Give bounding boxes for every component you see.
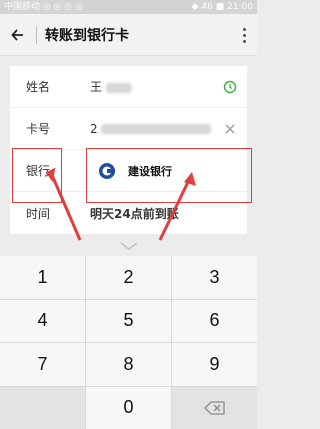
key-6[interactable]: 6: [172, 299, 257, 342]
key-4[interactable]: 4: [0, 299, 85, 342]
key-3[interactable]: 3: [172, 256, 257, 299]
time-label: 时间: [26, 206, 51, 221]
title-divider: [36, 25, 37, 44]
name-value: 王: [90, 80, 103, 94]
status-bar-right: ◆ 46 ■ 21:00: [191, 2, 253, 12]
status-bar: 中国移动 ◎ ◎ ◎ ◎ ◆ 46 ■ 21:00: [0, 0, 257, 14]
name-masked: [105, 82, 132, 93]
card-value: 2: [90, 121, 98, 136]
card-row[interactable]: 卡号 2: [10, 108, 247, 150]
key-1[interactable]: 1: [0, 256, 85, 299]
key-8[interactable]: 8: [86, 343, 171, 386]
key-9[interactable]: 9: [172, 343, 257, 386]
more-options-icon[interactable]: [237, 14, 251, 56]
key-2[interactable]: 2: [86, 256, 171, 299]
card-masked: [101, 124, 212, 134]
time-value[interactable]: 明天24点前到账: [90, 205, 179, 222]
key-0[interactable]: 0: [86, 386, 171, 429]
clear-icon[interactable]: [223, 122, 237, 136]
numeric-keypad: 1 2 3 4 5 6 7 8 9 0: [0, 256, 257, 429]
key-5[interactable]: 5: [86, 299, 171, 342]
backspace-key[interactable]: [172, 386, 257, 429]
highlight-box-bank-label: [12, 148, 62, 203]
highlight-box-bank-value: [86, 148, 252, 203]
app-bar: 转账到银行卡: [0, 14, 257, 56]
card-label: 卡号: [26, 122, 51, 136]
name-field[interactable]: 王: [90, 78, 132, 95]
key-empty: [0, 386, 85, 429]
name-label: 姓名: [26, 80, 51, 94]
key-7[interactable]: 7: [0, 343, 85, 386]
status-bar-left: 中国移动 ◎ ◎ ◎ ◎: [4, 2, 83, 12]
name-row[interactable]: 姓名 王: [10, 66, 247, 108]
chevron-down-icon: [120, 242, 137, 250]
backspace-icon: [203, 401, 225, 415]
page-title: 转账到银行卡: [45, 27, 129, 44]
back-arrow-icon[interactable]: [0, 14, 36, 56]
keyboard-collapse[interactable]: [0, 236, 257, 256]
history-clock-icon[interactable]: [223, 80, 237, 94]
card-number-field[interactable]: 2: [90, 121, 212, 136]
